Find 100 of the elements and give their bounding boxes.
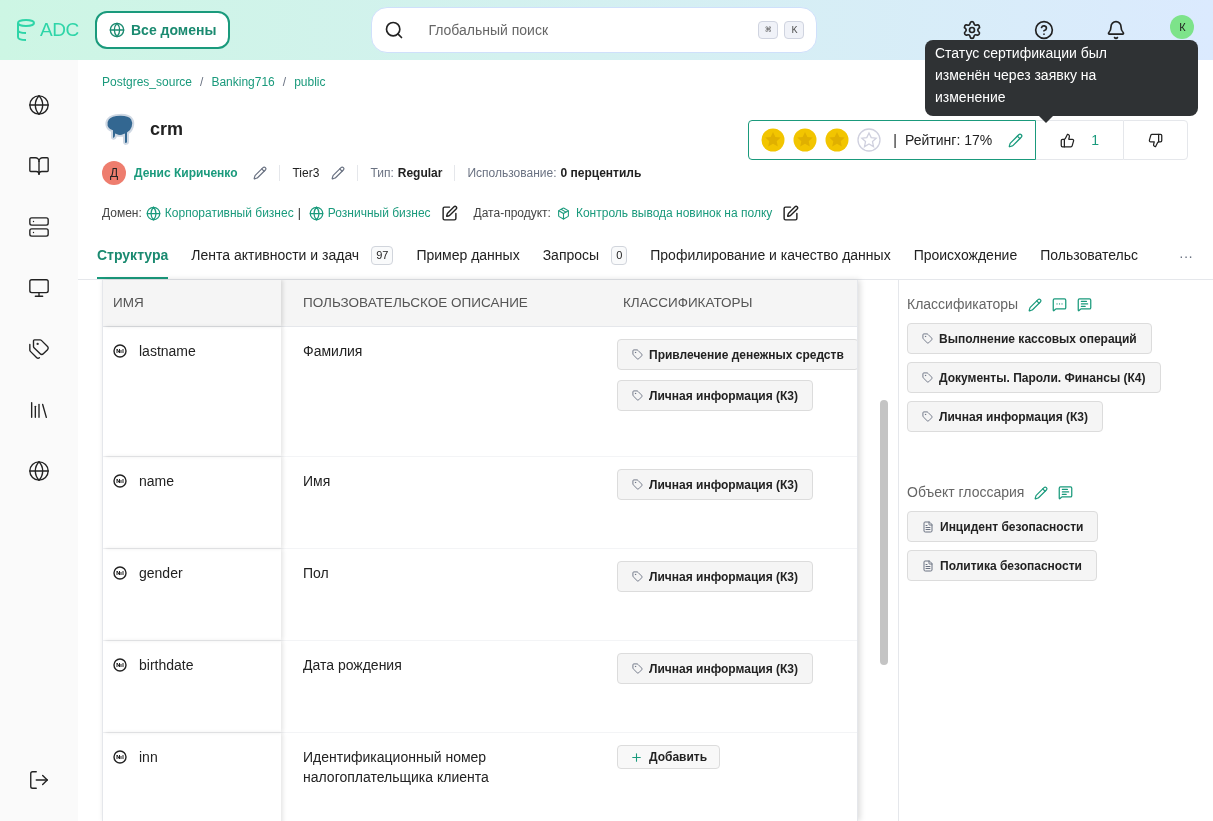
edit-icon[interactable]	[440, 204, 458, 222]
domain-label: Домен:	[102, 205, 142, 222]
document-icon	[922, 520, 934, 533]
tooltip-text: Статус сертификации был изменён через заявку на изменение	[935, 44, 1108, 107]
domain-link[interactable]: Розничный бизнес	[308, 204, 431, 222]
null-icon	[113, 566, 127, 580]
tab[interactable]: Профилирование и качество данных	[650, 234, 891, 279]
sidebar-item[interactable]	[26, 214, 52, 240]
type-label: Тип:	[370, 165, 394, 182]
section-title: Классификаторы	[907, 295, 1019, 314]
notifications-icon[interactable]	[1106, 20, 1127, 40]
tag-icon	[922, 333, 933, 344]
tag-chip[interactable]: Инцидент безопасности	[907, 511, 1099, 542]
usage-label: Использование:	[467, 165, 557, 182]
tab[interactable]: Лента активности и задач 97	[191, 234, 394, 279]
add-button[interactable]: Добавить	[617, 745, 721, 769]
edit-icon[interactable]	[782, 204, 800, 222]
tag-chip[interactable]: Привлечение денежных средств	[617, 339, 857, 370]
plus-icon	[630, 750, 643, 764]
null-icon	[113, 474, 127, 488]
tag-chip[interactable]: Личная информация (К3)	[617, 469, 813, 500]
globe-icon	[308, 205, 324, 221]
table-cell-text: lastname	[139, 342, 196, 361]
thumbs-up-icon	[1060, 132, 1076, 148]
table-cell-text: Имя	[303, 472, 332, 491]
sidebar-item[interactable]	[26, 336, 52, 362]
thumbs-down-icon	[1148, 132, 1163, 148]
server-icon	[28, 216, 50, 238]
rating-text: Рейтинг: 17%	[905, 130, 993, 150]
globe-icon	[28, 460, 50, 482]
table-cell-text: Пол	[303, 564, 330, 583]
document-icon	[922, 559, 934, 572]
tab[interactable]: Происхождение	[913, 234, 1018, 279]
tag-chip[interactable]: Личная информация (К3)	[617, 380, 813, 411]
breadcrumb-link[interactable]: Banking716	[211, 73, 275, 91]
sidebar-item[interactable]	[26, 92, 52, 118]
column-header: ИМЯ	[103, 280, 281, 326]
tag-chip[interactable]: Личная информация (К3)	[907, 401, 1103, 432]
table-cell-text: Фамилия	[303, 342, 364, 361]
null-icon	[113, 658, 127, 672]
tier-text: Tier3	[292, 165, 320, 182]
table-cell-text: name	[139, 472, 175, 491]
usage-value: 0 перцентиль	[560, 165, 642, 182]
null-icon	[113, 344, 127, 358]
sidebar-item[interactable]	[26, 458, 52, 484]
search-icon	[384, 20, 405, 40]
column-header: КЛАССИФИКАТОРЫ	[622, 293, 754, 312]
tag-chip[interactable]: Личная информация (К3)	[617, 561, 813, 592]
breadcrumb-link[interactable]: public	[294, 73, 326, 91]
comment-icon[interactable]	[1058, 485, 1074, 500]
tag-icon	[28, 338, 50, 360]
tag-icon	[632, 479, 643, 490]
owner-link[interactable]: Денис Кириченко	[134, 164, 238, 182]
tab[interactable]: Запросы 0	[542, 234, 628, 279]
logo-text: ADC	[40, 17, 79, 42]
tab[interactable]: Пример данных	[416, 234, 520, 279]
tag-chip[interactable]: Политика безопасности	[907, 550, 1097, 581]
tag-chip[interactable]: Личная информация (К3)	[617, 653, 813, 684]
tag-icon	[632, 349, 643, 360]
shortcut-key: K	[784, 21, 805, 39]
count-badge: 0	[611, 246, 628, 265]
database-logo-icon	[16, 19, 36, 41]
tag-icon	[632, 663, 643, 674]
help-icon[interactable]	[1034, 20, 1055, 40]
user-avatar[interactable]: К	[1170, 15, 1195, 39]
breadcrumb-link[interactable]: Postgres_source	[102, 73, 193, 91]
comment-icon[interactable]	[1077, 297, 1093, 312]
search-bar[interactable]: Глобальный поиск ⌘ K	[371, 7, 818, 53]
settings-icon[interactable]	[962, 20, 983, 40]
domains-button[interactable]: Все домены	[95, 11, 231, 49]
dislike-button[interactable]	[1123, 120, 1188, 160]
globe-icon	[109, 22, 125, 38]
domain-link[interactable]: Корпоративный бизнес	[145, 204, 294, 222]
more-tabs-button[interactable]: ···	[1179, 246, 1193, 267]
column-header: ПОЛЬЗОВАТЕЛЬСКОЕ ОПИСАНИЕ	[302, 293, 529, 312]
logout-icon[interactable]	[28, 769, 50, 791]
table-cell-text: Дата рождения	[303, 656, 403, 675]
book-icon	[28, 155, 50, 177]
null-icon	[113, 750, 127, 764]
search-field[interactable]: Глобальный поиск	[428, 19, 753, 41]
tab[interactable]: Пользовательс	[1040, 234, 1139, 279]
type-value: Regular	[397, 165, 443, 182]
books-icon	[28, 399, 50, 421]
section-title: Объект глоссария	[907, 483, 1025, 502]
monitor-icon	[28, 277, 50, 299]
product-link[interactable]: Контроль вывода новинок на полку	[556, 204, 773, 222]
scrollbar-thumb[interactable]	[880, 400, 888, 665]
tag-chip[interactable]: Выполнение кассовых операций	[907, 323, 1152, 354]
breadcrumb-separator: /	[282, 74, 287, 91]
like-button[interactable]: 1	[1036, 120, 1123, 160]
globe-search-icon	[28, 94, 50, 116]
tag-icon	[922, 411, 933, 422]
tag-chip[interactable]: Документы. Пароли. Финансы (К4)	[907, 362, 1161, 393]
owner-avatar: Д	[102, 161, 126, 185]
page-title: crm	[150, 117, 184, 141]
box-icon	[556, 206, 570, 220]
table-cell-text: Идентификационный номер налогоплательщика клиента	[303, 748, 490, 787]
table-cell-text: gender	[139, 564, 183, 583]
rating-separator: |	[893, 130, 897, 150]
count-badge: 97	[371, 246, 394, 265]
